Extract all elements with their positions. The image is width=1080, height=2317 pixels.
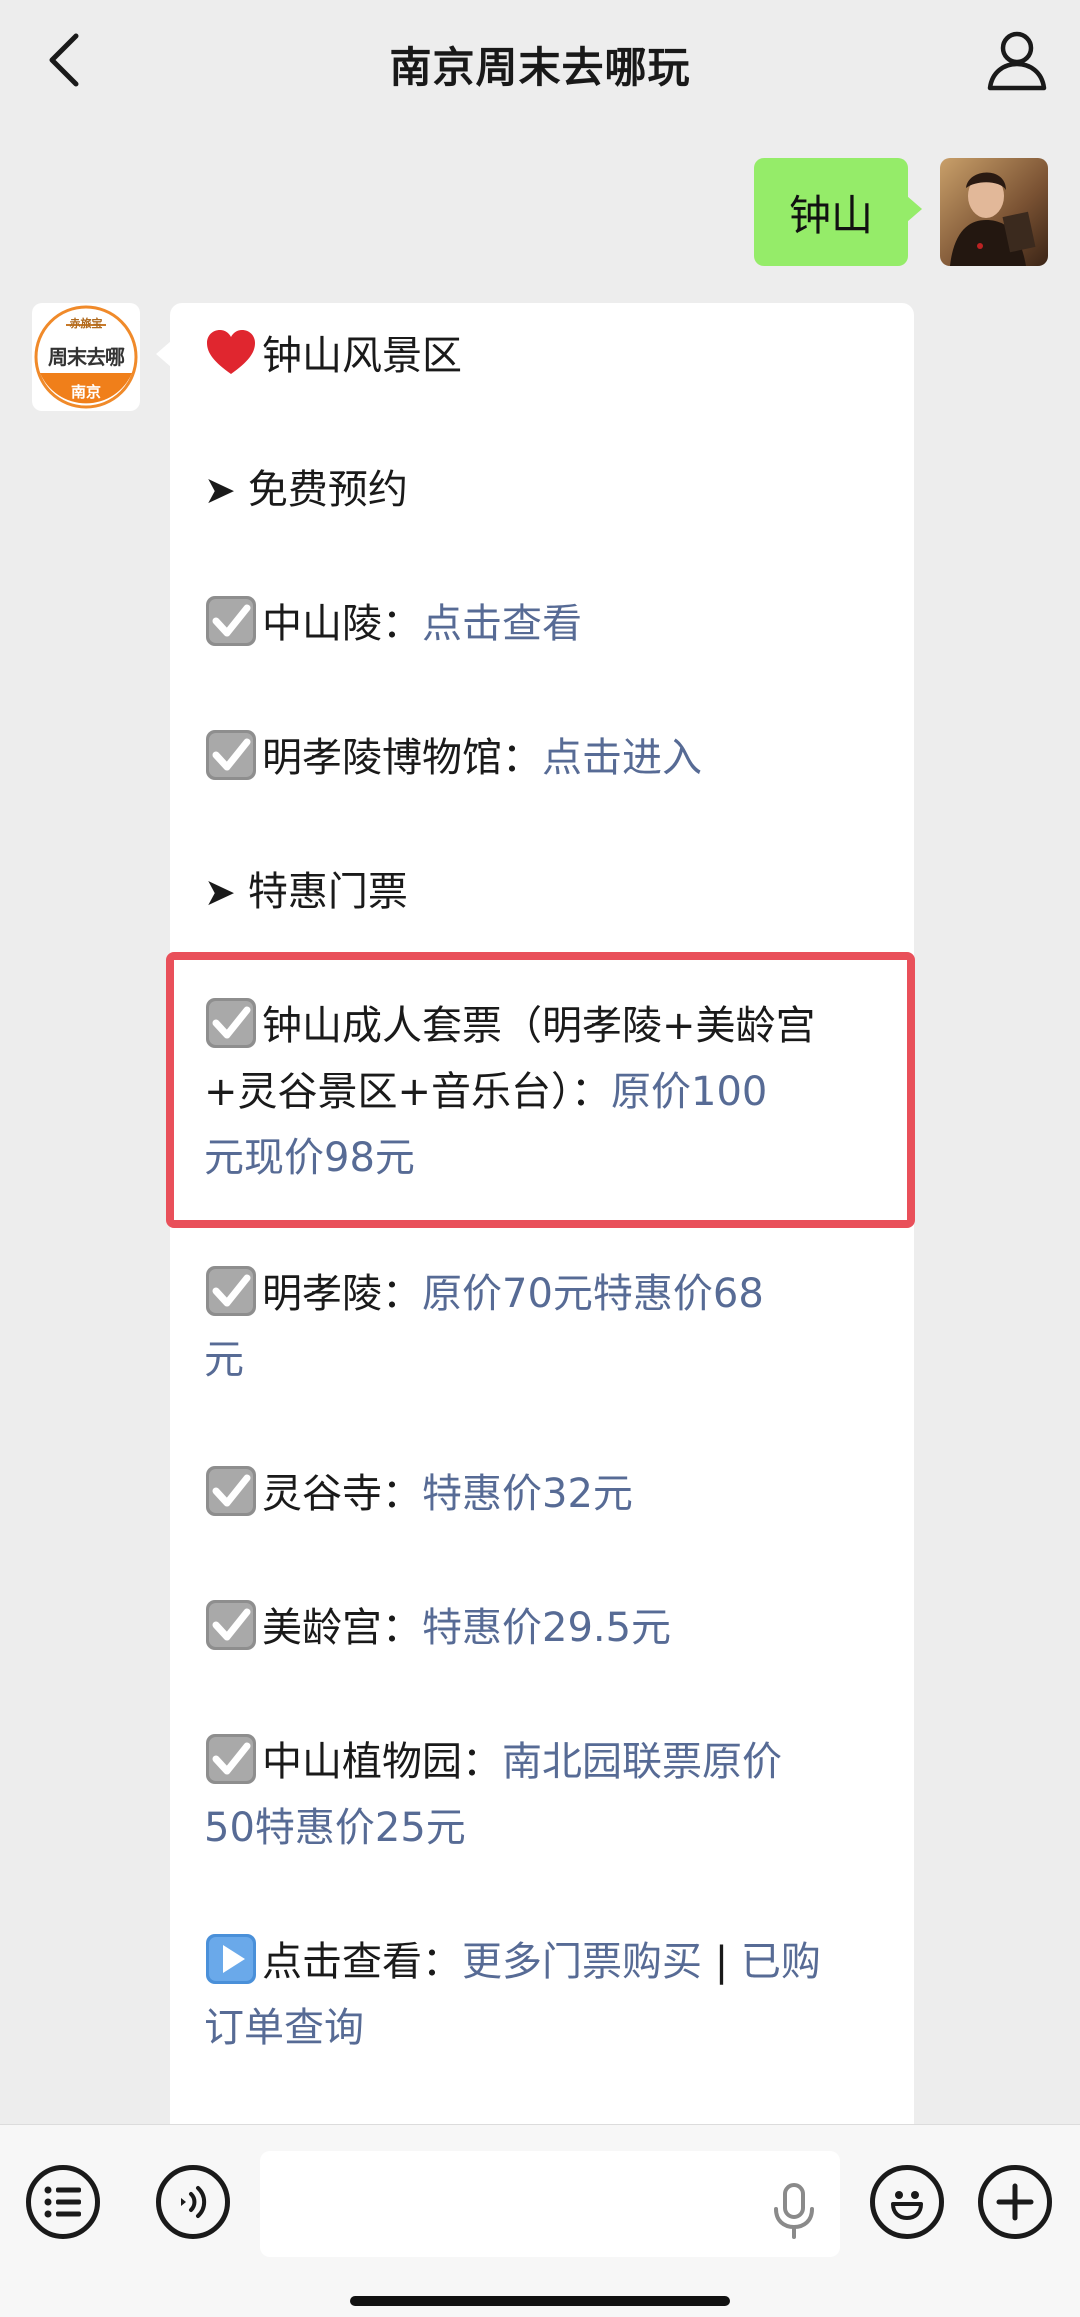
list-item: 中山陵：点击查看 bbox=[204, 591, 884, 657]
item-label: 点击查看： bbox=[262, 1939, 462, 1985]
enter-link[interactable]: 点击进入 bbox=[542, 735, 702, 781]
list-item: 明孝陵：原价70元特惠价68 元 bbox=[204, 1261, 884, 1393]
item-label: 美龄宫： bbox=[262, 1605, 422, 1651]
plus-icon bbox=[996, 2183, 1034, 2221]
emoji-button[interactable] bbox=[870, 2165, 944, 2239]
price-link[interactable]: 南北园联票原价 bbox=[502, 1739, 782, 1785]
message-title: 钟山风景区 bbox=[262, 333, 462, 379]
chat-header: 南京周末去哪玩 bbox=[0, 0, 1080, 128]
checkbox-icon bbox=[206, 1266, 256, 1316]
item-label: 中山陵： bbox=[262, 601, 422, 647]
highlight-box bbox=[166, 952, 915, 1228]
link-separator: | bbox=[702, 1939, 741, 1985]
order-query-link[interactable]: 已购 bbox=[741, 1939, 821, 1985]
play-button-icon bbox=[206, 1934, 256, 1984]
section-free-line: ➤ 免费预约 bbox=[204, 457, 884, 523]
outgoing-message-text: 钟山 bbox=[788, 190, 873, 240]
profile-button[interactable] bbox=[984, 28, 1050, 94]
price-link[interactable]: 特惠价32元 bbox=[422, 1471, 633, 1517]
checkbox-icon bbox=[206, 1734, 256, 1784]
bot-avatar[interactable]: 赤旅宝 周末去哪 南京 bbox=[32, 303, 140, 411]
heart-icon bbox=[207, 330, 255, 374]
list-item: 灵谷寺：特惠价32元 bbox=[204, 1461, 884, 1527]
message-title-line: 钟山风景区 bbox=[204, 323, 884, 389]
item-label: 明孝陵博物馆： bbox=[262, 735, 542, 781]
checkbox-icon bbox=[206, 730, 256, 780]
item-label: 中山植物园： bbox=[262, 1739, 502, 1785]
item-label: 明孝陵： bbox=[262, 1271, 422, 1317]
list-item: 明孝陵博物馆：点击进入 bbox=[204, 725, 884, 791]
home-indicator[interactable] bbox=[350, 2296, 730, 2306]
more-tickets-link[interactable]: 更多门票购买 bbox=[462, 1939, 702, 1985]
input-bar bbox=[0, 2124, 1080, 2317]
checkbox-icon bbox=[206, 1466, 256, 1516]
section-free-heading: 免费预约 bbox=[247, 467, 408, 513]
more-options-button[interactable] bbox=[978, 2165, 1052, 2239]
message-input[interactable] bbox=[260, 2151, 840, 2257]
bot-avatar-main-text: 周末去哪 bbox=[48, 345, 125, 369]
outgoing-message-bubble[interactable]: 钟山 bbox=[754, 158, 922, 266]
section-discount-line: ➤ 特惠门票 bbox=[204, 859, 884, 925]
chevron-left-icon bbox=[49, 33, 79, 87]
price-link-cont[interactable]: 50特惠价25元 bbox=[204, 1805, 466, 1851]
my-avatar[interactable] bbox=[940, 158, 1048, 266]
section-discount-heading: 特惠门票 bbox=[247, 869, 408, 915]
arrow-icon: ➤ bbox=[204, 468, 236, 512]
bot-avatar-city-text: 南京 bbox=[70, 383, 101, 401]
voice-mode-button[interactable] bbox=[156, 2165, 230, 2239]
item-label: 灵谷寺： bbox=[262, 1471, 422, 1517]
incoming-message-bubble[interactable]: 钟山风景区 ➤ 免费预约 中山陵：点击查看 明孝陵博物馆：点击进入 ➤ 特惠门票 钟… bbox=[156, 303, 914, 2163]
sound-wave-icon bbox=[181, 2186, 207, 2218]
menu-button[interactable] bbox=[26, 2165, 100, 2239]
checkbox-icon bbox=[206, 1600, 256, 1650]
back-button[interactable] bbox=[34, 30, 94, 90]
price-link[interactable]: 原价70元特惠价68 bbox=[422, 1271, 764, 1317]
chat-title: 南京周末去哪玩 bbox=[389, 42, 691, 92]
list-menu-icon bbox=[44, 2186, 81, 2218]
microphone-icon[interactable] bbox=[770, 2183, 818, 2239]
price-link-cont[interactable]: 元 bbox=[204, 1337, 244, 1383]
smiley-icon bbox=[891, 2191, 923, 2220]
list-item: 美龄宫：特惠价29.5元 bbox=[204, 1595, 884, 1661]
user-photo-icon bbox=[940, 158, 1048, 266]
list-item: 点击查看：更多门票购买 | 已购 订单查询 bbox=[204, 1929, 884, 2061]
checkbox-icon bbox=[206, 596, 256, 646]
person-icon bbox=[987, 31, 1047, 91]
view-link[interactable]: 点击查看 bbox=[422, 601, 582, 647]
order-query-link-cont[interactable]: 订单查询 bbox=[204, 2005, 364, 2051]
price-link[interactable]: 特惠价29.5元 bbox=[422, 1605, 671, 1651]
arrow-icon: ➤ bbox=[204, 870, 236, 914]
list-item: 中山植物园：南北园联票原价 50特惠价25元 bbox=[204, 1729, 884, 1861]
bot-avatar-top-text: 赤旅宝 bbox=[69, 317, 103, 330]
